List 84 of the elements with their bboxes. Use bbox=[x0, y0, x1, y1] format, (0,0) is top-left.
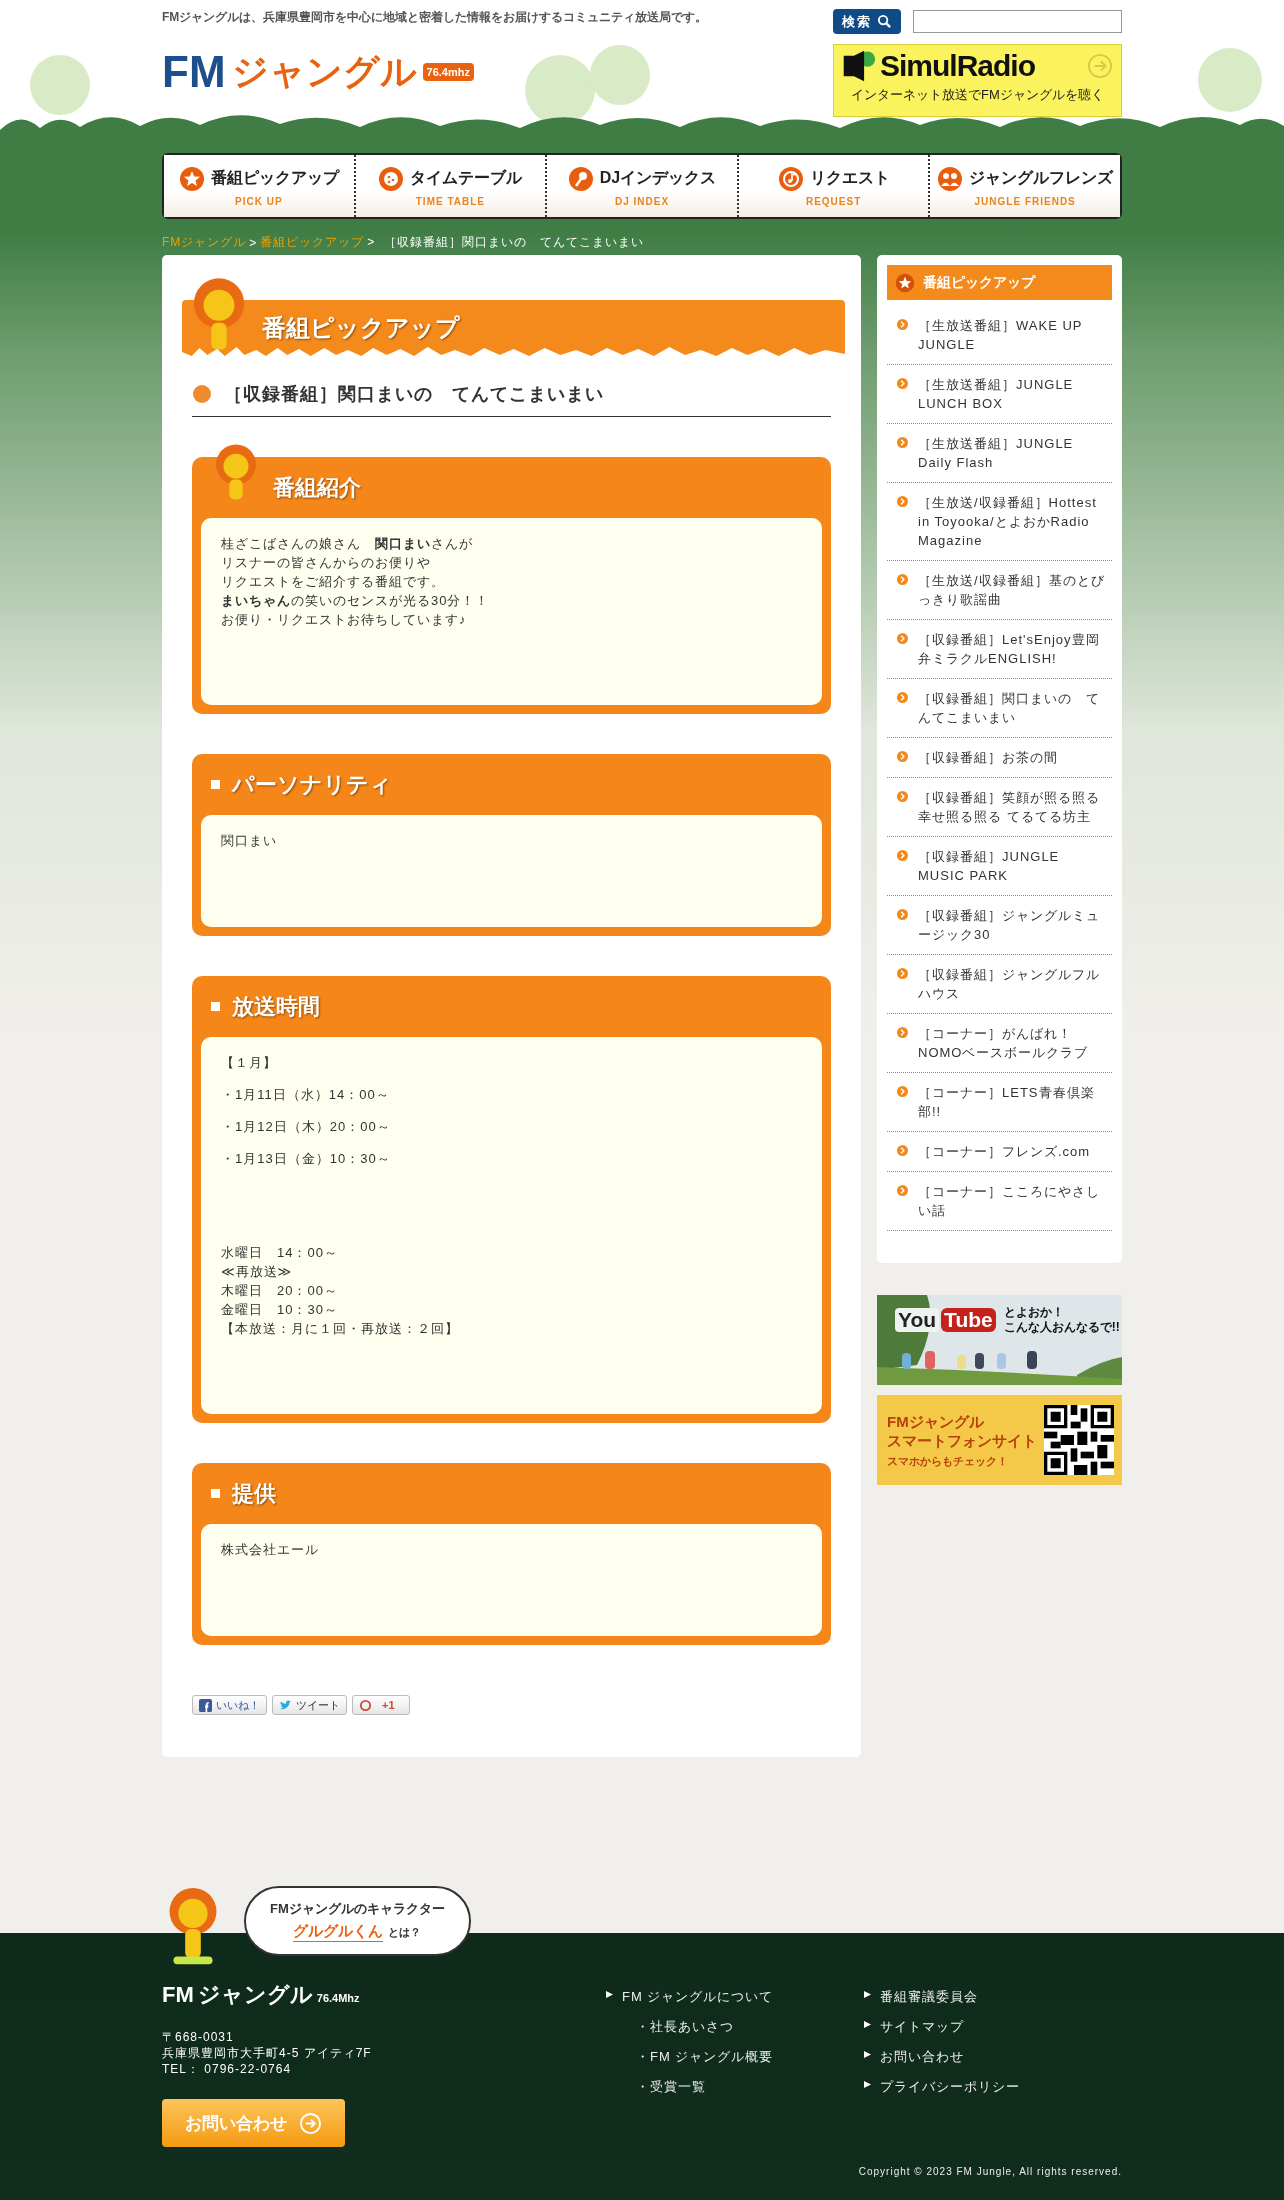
nav-tab[interactable]: 番組ピックアップ PICK UP bbox=[164, 155, 356, 217]
footer-link[interactable]: ・社長あいさつ bbox=[606, 2018, 864, 2036]
footer-link[interactable]: 番組審議委員会 bbox=[864, 1988, 1122, 2006]
simulradio-banner[interactable]: SimulRadio インターネット放送でFMジャングルを聴く bbox=[833, 44, 1122, 117]
sidebar-link[interactable]: ［生放送番組］JUNGLE Daily Flash bbox=[887, 424, 1112, 483]
body-text: 関口まい bbox=[221, 833, 277, 848]
address-text: 〒668-0031 兵庫県豊岡市大手町4-5 アイティ7F TEL： 0796-22-0764 bbox=[162, 2029, 373, 2077]
program-title: ［収録番組］関口まいの てんてこまいまい bbox=[224, 383, 604, 406]
simulradio-caption: インターネット放送でFMジャングルを聴く bbox=[850, 86, 1105, 104]
sidebar-title: 番組ピックアップ bbox=[923, 273, 1035, 292]
section-title: 提供 bbox=[232, 1479, 276, 1508]
section-title: パーソナリティ bbox=[232, 770, 392, 799]
body-text: 木曜日 20：00～ bbox=[221, 1283, 338, 1298]
simulradio-title: SimulRadio bbox=[880, 49, 1036, 83]
nav-tab[interactable]: DJインデックス DJ INDEX bbox=[547, 155, 739, 217]
sidebar-link[interactable]: ［コーナー］がんばれ！NOMOベースボールクラブ bbox=[887, 1014, 1112, 1073]
nav-tab[interactable]: ジャングルフレンズ JUNGLE FRIENDS bbox=[930, 155, 1120, 217]
body-text: 桂ざこばさんの娘さん 関口まいさんが bbox=[221, 536, 473, 551]
footer-link[interactable]: ・受賞一覧 bbox=[606, 2078, 864, 2096]
sidebar-link[interactable]: ［コーナー］こころにやさしい話 bbox=[887, 1172, 1112, 1231]
banner-title: 番組ピックアップ bbox=[262, 313, 460, 343]
site-logo[interactable]: FM ジャングル 76.4mhz bbox=[162, 40, 474, 104]
footer-logo[interactable]: FM ジャングル 76.4Mhz bbox=[162, 1982, 360, 2011]
sidebar-link[interactable]: ［生放送番組］JUNGLE LUNCH BOX bbox=[887, 365, 1112, 424]
share-button[interactable]: いいね！ bbox=[192, 1695, 267, 1715]
footer-link[interactable]: お問い合わせ bbox=[864, 2048, 1122, 2066]
body-text: ・1月11日（水）14：00～ bbox=[221, 1087, 390, 1102]
footer-link[interactable]: ・FM ジャングル概要 bbox=[606, 2048, 864, 2066]
video-logo: You Tube bbox=[895, 1308, 996, 1332]
bubble-text: とは？ bbox=[388, 1924, 422, 1940]
sidebar-link[interactable]: ［収録番組］ジャングルフルハウス bbox=[887, 955, 1112, 1014]
body-text: 【１月】 bbox=[221, 1055, 277, 1070]
nav-sublabel: DJ INDEX bbox=[614, 195, 670, 207]
bubble-text: FMジャングルのキャラクター bbox=[270, 1900, 445, 1918]
sidebar-link[interactable]: ［収録番組］Let'sEnjoy豊岡弁ミラクルENGLISH! bbox=[887, 620, 1112, 679]
body-text: 金曜日 10：30～ bbox=[221, 1302, 338, 1317]
body-text: リスナーの皆さんからのお便りや bbox=[221, 555, 431, 570]
body-text: お便り・リクエストお待ちしています♪ bbox=[221, 612, 467, 627]
site-tagline: FMジャングルは、兵庫県豊岡市を中心に地域と密着した情報をお届けするコミュニティ放送局です。 bbox=[162, 9, 708, 26]
speech-bubble[interactable]: FMジャングルのキャラクター グルグルくん とは？ bbox=[244, 1886, 471, 1956]
body-text: 株式会社エール bbox=[221, 1542, 319, 1557]
breadcrumb-text: > ［収録番組］関口まいの てんてこまいまい bbox=[367, 234, 645, 251]
nav-label: ジャングルフレンズ bbox=[969, 168, 1114, 188]
nav-label: リクエスト bbox=[809, 168, 890, 188]
nav-sublabel: PICK UP bbox=[235, 195, 283, 207]
body-text: 水曜日 14：00～ bbox=[221, 1245, 338, 1260]
nav-tab[interactable]: リクエスト REQUEST bbox=[738, 155, 931, 217]
nav-label: 番組ピックアップ bbox=[210, 168, 339, 188]
share-button[interactable]: +1 bbox=[352, 1695, 410, 1715]
nav-label: タイムテーブル bbox=[410, 168, 523, 188]
sidebar-link[interactable]: ［収録番組］ジャングルミュージック30 bbox=[887, 896, 1112, 955]
banner-title: FMジャングル スマートフォンサイト bbox=[887, 1411, 1037, 1450]
nav-sublabel: JUNGLE FRIENDS bbox=[974, 195, 1076, 207]
body-text: まいちゃんの笑いのセンスが光る30分！！ bbox=[221, 593, 490, 608]
breadcrumb-text: > bbox=[249, 235, 258, 250]
copyright-text: Copyright © 2023 FM Jungle, All rights reserved. bbox=[858, 2166, 1122, 2177]
share-button[interactable]: ツイート bbox=[272, 1695, 347, 1715]
search-button[interactable]: 検索 bbox=[833, 9, 901, 34]
footer-link[interactable]: プライバシーポリシー bbox=[864, 2078, 1122, 2096]
sidebar-link[interactable]: ［生放送番組］WAKE UP JUNGLE bbox=[887, 306, 1112, 365]
nav-tab[interactable]: タイムテーブル TIME TABLE bbox=[355, 155, 548, 217]
body-text: ≪再放送≫ bbox=[221, 1264, 293, 1279]
banner-caption: スマホからもチェック！ bbox=[887, 1453, 1009, 1469]
sidebar-link[interactable]: ［収録番組］お茶の間 bbox=[887, 738, 1112, 778]
section-title: 放送時間 bbox=[232, 992, 320, 1021]
nav-sublabel: TIME TABLE bbox=[415, 195, 485, 207]
body-text: ・1月13日（金）10：30～ bbox=[221, 1151, 391, 1166]
footer-link[interactable]: サイトマップ bbox=[864, 2018, 1122, 2036]
nav-sublabel: REQUEST bbox=[805, 195, 862, 207]
banner-caption: とよおか！ こんな人おんなるで!! bbox=[1003, 1305, 1120, 1335]
sidebar-link[interactable]: ［収録番組］JUNGLE MUSIC PARK bbox=[887, 837, 1112, 896]
nav-label: DJインデックス bbox=[599, 168, 717, 188]
section-title: 番組紹介 bbox=[273, 473, 361, 502]
body-text: ・1月12日（木）20：00～ bbox=[221, 1119, 391, 1134]
footer-link[interactable]: FM ジャングルについて bbox=[606, 1988, 864, 2006]
sidebar-link[interactable]: ［生放送/収録番組］基のとびっきり歌謡曲 bbox=[887, 561, 1112, 620]
body-text: リクエストをご紹介する番組です。 bbox=[221, 574, 445, 589]
sidebar-link[interactable]: ［コーナー］LETS青春倶楽部!! bbox=[887, 1073, 1112, 1132]
sidebar-link[interactable]: ［コーナー］フレンズ.com bbox=[887, 1132, 1112, 1172]
sidebar-link[interactable]: ［収録番組］関口まいの てんてこまいまい bbox=[887, 679, 1112, 738]
sidebar-link[interactable]: ［生放送/収録番組］Hottest in Toyooka/とよおかRadio Magazine bbox=[887, 483, 1112, 561]
sidebar-link[interactable]: ［収録番組］笑顔が照る照る幸せ照る照る てるてる坊主 bbox=[887, 778, 1112, 837]
body-text: 【本放送：月に１回・再放送：２回】 bbox=[221, 1321, 459, 1336]
smartphone-banner[interactable]: FMジャングル スマートフォンサイト スマホからもチェック！ bbox=[877, 1395, 1122, 1485]
